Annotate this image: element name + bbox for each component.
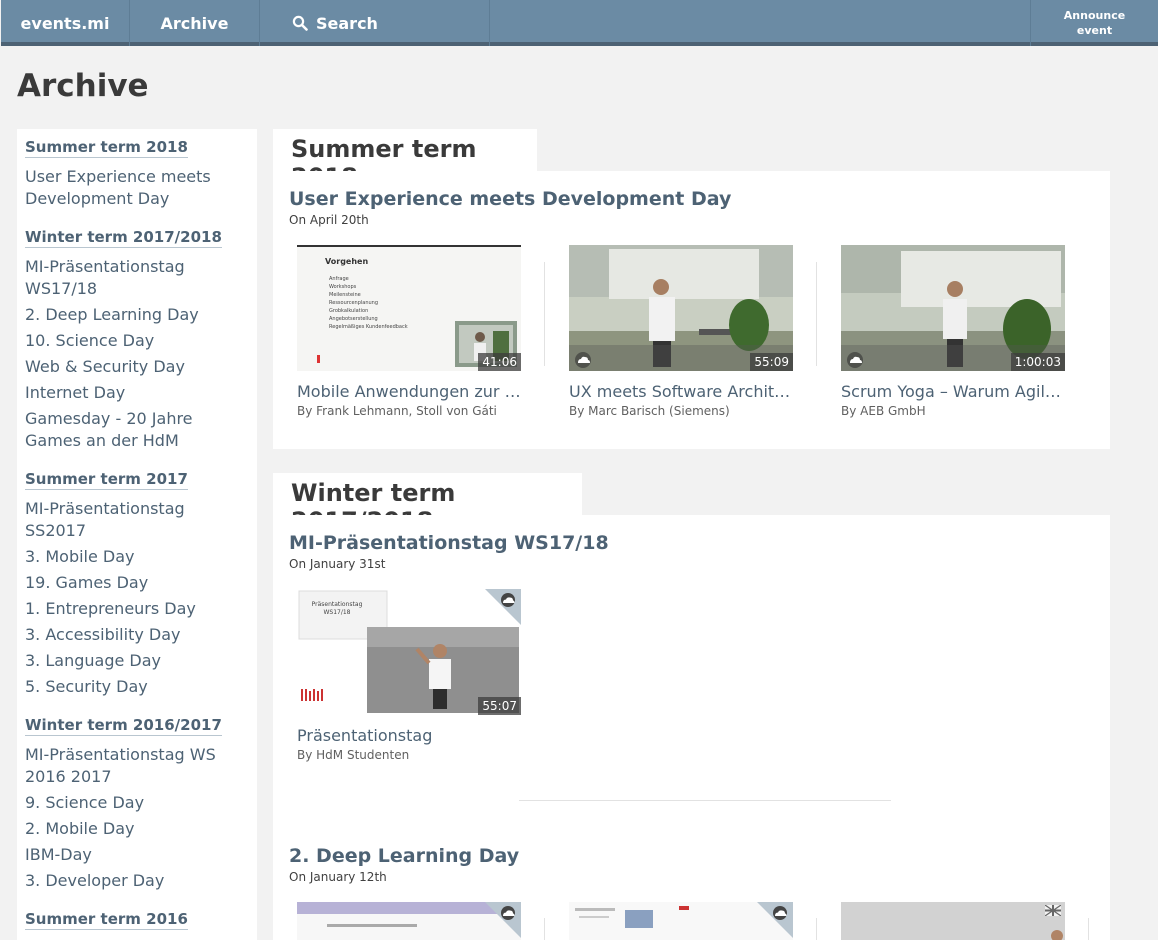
divider — [816, 262, 817, 366]
slide-bullet: Anfrage — [329, 276, 349, 282]
sidebar-group-title[interactable]: Summer term 2018 — [25, 138, 188, 158]
video-title[interactable]: Präsentationstag — [297, 726, 521, 745]
sidebar-event-link[interactable]: 3. Language Day — [25, 650, 249, 672]
slide-heading: Vorgehen — [325, 257, 369, 266]
sidebar-group-title[interactable]: Summer term 2016 — [25, 910, 188, 930]
event-title-link[interactable]: User Experience meets Development Day — [289, 188, 731, 210]
video-title[interactable]: Scrum Yoga – Warum Agilität — [841, 382, 1065, 401]
video-card[interactable] — [841, 902, 1065, 940]
video-author: By AEB GmbH — [841, 404, 926, 418]
section-heading: Summer term 2018 — [273, 129, 537, 191]
top-navigation: events.mi Archive Search Announce event — [1, 0, 1158, 46]
video-duration: 1:00:03 — [1010, 353, 1065, 371]
cloud-icon — [847, 352, 863, 368]
divider — [816, 918, 817, 940]
video-thumbnail[interactable]: Vorgehen Anfrage Workshops Meilensteine Res… — [297, 245, 521, 371]
announce-label-line2: event — [1076, 24, 1113, 37]
sidebar-event-link[interactable]: 1. Entrepreneurs Day — [25, 598, 249, 620]
slide-title: Präsentationstag WS17/18 — [311, 601, 363, 616]
event-divider — [519, 800, 891, 801]
sidebar-event-link[interactable]: 10. Science Day — [25, 330, 249, 352]
brand-link[interactable]: events.mi — [1, 0, 130, 46]
sidebar-event-link[interactable]: 19. Games Day — [25, 572, 249, 594]
sidebar-event-link[interactable]: IBM-Day — [25, 844, 249, 866]
slide-bullet: Ressourcenplanung — [329, 300, 379, 306]
announce-event-button[interactable]: Announce event — [1030, 0, 1158, 46]
divider — [1088, 918, 1089, 940]
sidebar-group-title[interactable]: Summer term 2017 — [25, 470, 188, 490]
page-title: Archive — [17, 68, 149, 104]
sidebar-event-link[interactable]: MI-Präsentationstag SS2017 — [25, 498, 249, 542]
sidebar-group: Summer term 2016MI-Präsentationstag SS16… — [25, 896, 249, 940]
archive-link[interactable]: Archive — [130, 0, 260, 46]
sidebar-group-title[interactable]: Winter term 2016/2017 — [25, 716, 222, 736]
sidebar-group: Winter term 2017/2018 MI-Präsentationstag… — [25, 214, 249, 452]
sidebar-event-link[interactable]: 3. Mobile Day — [25, 546, 249, 568]
sidebar-event-link[interactable]: 5. Security Day — [25, 676, 249, 698]
video-thumbnail[interactable] — [297, 902, 521, 940]
archive-label: Archive — [160, 13, 229, 33]
lecture-photo — [841, 902, 1065, 940]
video-duration: 55:07 — [478, 697, 521, 715]
video-title[interactable]: Mobile Anwendungen zur Verbesserung — [297, 382, 521, 401]
video-author: By Marc Barisch (Siemens) — [569, 404, 730, 418]
event-title-link[interactable]: MI-Präsentationstag WS17/18 — [289, 532, 609, 554]
archive-sidebar: Summer term 2018 User Experience meets De… — [17, 129, 257, 940]
search-label: Search — [316, 13, 378, 33]
video-card[interactable]: 1:00:03 Scrum Yoga – Warum Agilität By A… — [841, 245, 1065, 418]
sidebar-event-link[interactable]: Web & Security Day — [25, 356, 249, 378]
sidebar-group-title[interactable]: Winter term 2017/2018 — [25, 228, 222, 248]
slide-bullets: Anfrage Workshops Meilensteine Ressourcenpl… — [329, 275, 408, 331]
video-card[interactable]: Präsentationstag WS17/18 55:07 Präsentat… — [297, 589, 521, 762]
sidebar-event-link[interactable]: 3. Developer Day — [25, 870, 249, 892]
brand-label: events.mi — [20, 13, 110, 33]
announce-label-line1: Announce — [1063, 9, 1126, 22]
sidebar-event-link[interactable]: 2. Mobile Day — [25, 818, 249, 840]
video-author: By Frank Lehmann, Stoll von Gáti — [297, 404, 497, 418]
cloud-icon — [501, 906, 515, 920]
event-date: On January 12th — [289, 870, 387, 884]
divider — [544, 918, 545, 940]
sidebar-event-link[interactable]: 3. Accessibility Day — [25, 624, 249, 646]
cloud-icon — [773, 906, 787, 920]
sidebar-event-link[interactable]: 9. Science Day — [25, 792, 249, 814]
video-thumbnail[interactable]: Präsentationstag WS17/18 55:07 — [297, 589, 521, 715]
sidebar-event-link[interactable]: Gamesday - 20 Jahre Games an der HdM — [25, 408, 249, 452]
sidebar-event-link[interactable]: MI-Präsentationstag WS17/18 — [25, 256, 249, 300]
slide-bullet: Workshops — [329, 284, 357, 290]
video-duration: 41:06 — [478, 353, 521, 371]
video-thumbnail[interactable] — [569, 902, 793, 940]
sidebar-group: Winter term 2016/2017 MI-Präsentationstag… — [25, 702, 249, 892]
event-date: On April 20th — [289, 213, 369, 227]
slide-bullet: Regelmäßiges Kundenfeedback — [329, 324, 408, 330]
sidebar-event-link[interactable]: User Experience meets Development Day — [25, 166, 249, 210]
video-thumbnail[interactable]: 1:00:03 — [841, 245, 1065, 371]
search-button[interactable]: Search — [260, 0, 490, 46]
video-thumbnail[interactable] — [841, 902, 1065, 940]
video-duration: 55:09 — [750, 353, 793, 371]
english-flag-icon — [1045, 905, 1061, 916]
section-heading: Winter term 2017/2018 — [273, 473, 582, 535]
video-card[interactable]: 55:09 UX meets Software Architecture By … — [569, 245, 793, 418]
event-date: On January 31st — [289, 557, 386, 571]
cloud-icon — [575, 352, 591, 368]
divider — [544, 262, 545, 366]
video-author: By HdM Studenten — [297, 748, 410, 762]
video-card[interactable] — [569, 902, 793, 940]
sidebar-event-link[interactable]: Internet Day — [25, 382, 249, 404]
sidebar-group: Summer term 2018 User Experience meets De… — [25, 137, 249, 210]
video-title[interactable]: UX meets Software Architecture — [569, 382, 793, 401]
sidebar-event-link[interactable]: 2. Deep Learning Day — [25, 304, 249, 326]
slide-bullet: Meilensteine — [329, 292, 361, 298]
sidebar-group: Summer term 2017 MI-Präsentationstag SS20… — [25, 456, 249, 698]
cloud-icon — [501, 593, 515, 607]
video-card[interactable]: Vorgehen Anfrage Workshops Meilensteine Res… — [297, 245, 521, 418]
search-icon — [292, 15, 308, 31]
video-thumbnail[interactable]: 55:09 — [569, 245, 793, 371]
event-title-link[interactable]: 2. Deep Learning Day — [289, 845, 519, 867]
video-card[interactable] — [297, 902, 521, 940]
slide-bullet: Angebotserstellung — [329, 316, 378, 322]
sidebar-event-link[interactable]: MI-Präsentationstag WS 2016 2017 — [25, 744, 249, 788]
slide-bullet: Grobkalkulation — [329, 308, 369, 314]
